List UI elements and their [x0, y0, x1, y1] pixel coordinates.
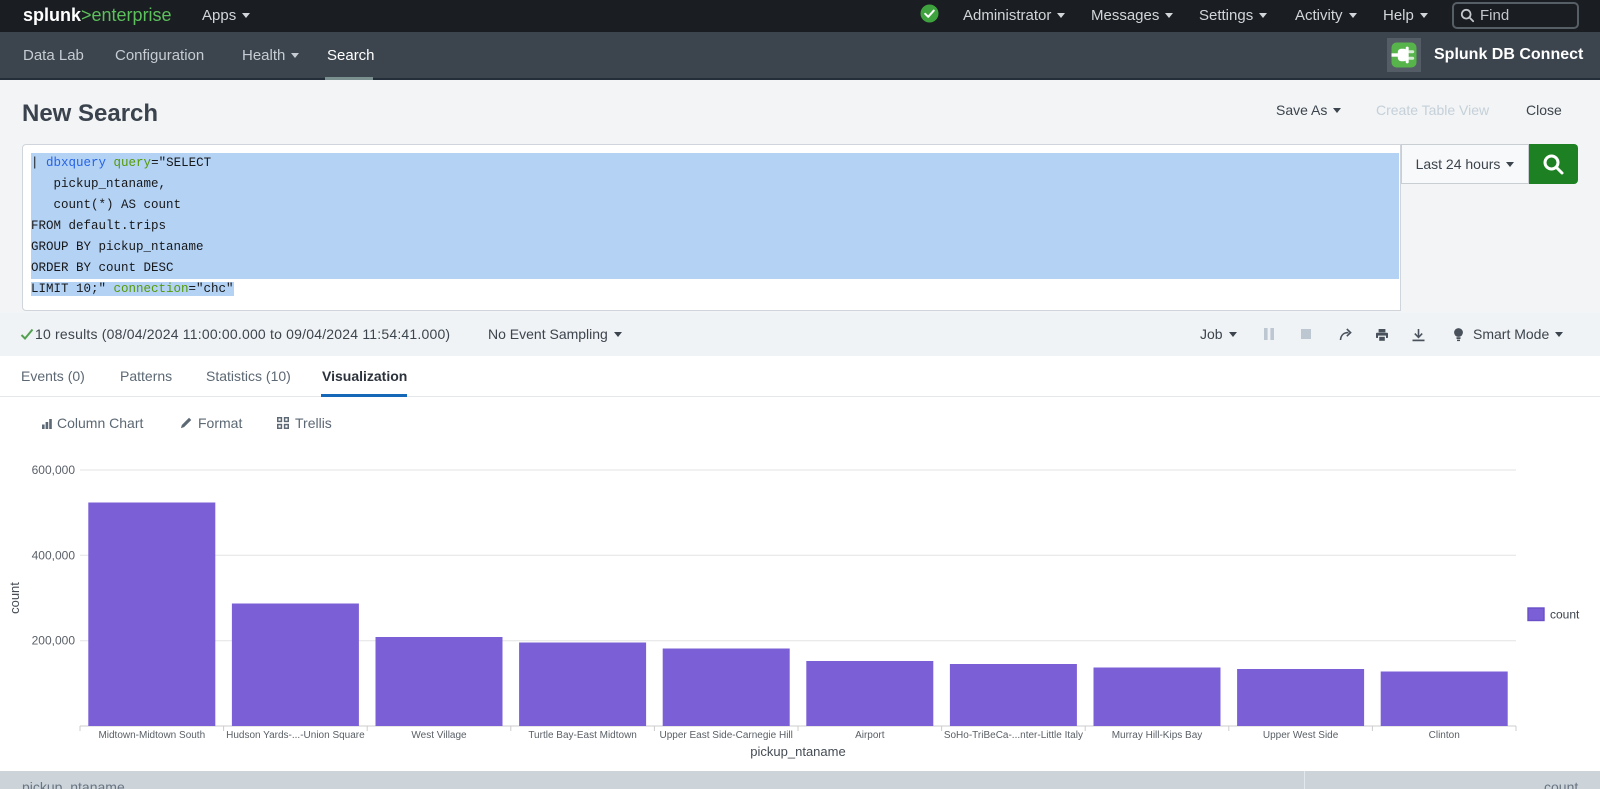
svg-text:pickup_ntaname: pickup_ntaname — [750, 744, 845, 759]
svg-text:count: count — [1550, 608, 1580, 622]
svg-text:Airport: Airport — [855, 730, 885, 741]
svg-text:SoHo-TriBeCa-...nter-Little It: SoHo-TriBeCa-...nter-Little Italy — [944, 730, 1083, 741]
svg-text:count: count — [7, 582, 22, 614]
svg-text:Clinton: Clinton — [1429, 730, 1460, 741]
svg-text:Hudson Yards-...-Union Square: Hudson Yards-...-Union Square — [226, 730, 365, 741]
svg-text:Upper East Side-Carnegie Hill: Upper East Side-Carnegie Hill — [659, 730, 792, 741]
svg-text:Upper West Side: Upper West Side — [1263, 730, 1339, 741]
svg-text:600,000: 600,000 — [32, 463, 76, 477]
svg-text:West Village: West Village — [411, 730, 467, 741]
svg-text:400,000: 400,000 — [32, 548, 76, 562]
svg-text:Turtle Bay-East Midtown: Turtle Bay-East Midtown — [528, 730, 637, 741]
svg-text:Murray Hill-Kips Bay: Murray Hill-Kips Bay — [1112, 730, 1203, 741]
svg-text:200,000: 200,000 — [32, 634, 76, 648]
svg-text:Midtown-Midtown South: Midtown-Midtown South — [98, 730, 205, 741]
